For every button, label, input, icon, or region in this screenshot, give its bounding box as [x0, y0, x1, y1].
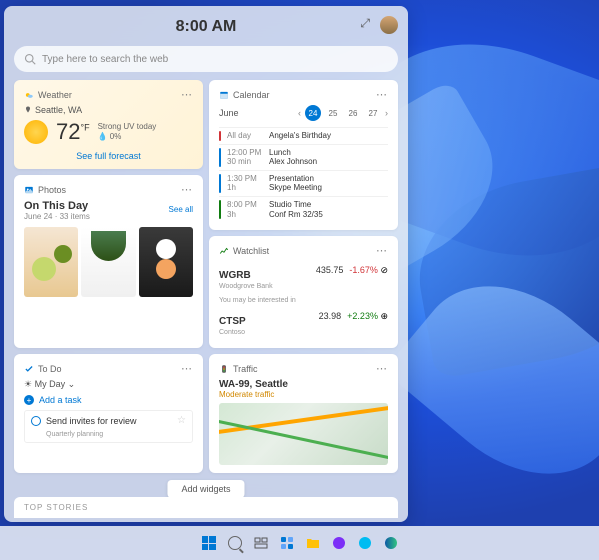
prev-icon[interactable]: ‹ [298, 108, 301, 118]
weather-precip: 💧 0% [98, 132, 157, 142]
photo-thumbnail[interactable] [81, 227, 135, 297]
stock-row[interactable]: CTSP 23.98+2.23% ⊕ Contoso [219, 307, 388, 340]
calendar-event[interactable]: All dayAngela's Birthday [219, 127, 388, 144]
add-task[interactable]: + Add a task [24, 390, 193, 410]
photos-widget[interactable]: Photos ⋯ On This Day June 24 · 33 items … [14, 175, 203, 348]
top-stories-header[interactable]: TOP STORIES [14, 497, 398, 518]
weather-widget[interactable]: Weather ⋯ Seattle, WA 72°F Strong UV tod… [14, 80, 203, 169]
calendar-event[interactable]: 12:00 PM30 minLunchAlex Johnson [219, 144, 388, 170]
task-item[interactable]: Send invites for review ☆ Quarterly plan… [24, 410, 193, 443]
card-title: Traffic [233, 364, 258, 374]
clock-time: 8:00 AM [176, 18, 237, 36]
more-icon[interactable]: ⋯ [376, 244, 388, 257]
calendar-day[interactable]: 26 [345, 105, 361, 121]
explorer-button[interactable] [302, 532, 324, 554]
temperature: 72°F [56, 119, 90, 145]
taskbar [0, 526, 599, 560]
card-title: Weather [38, 90, 72, 100]
card-title: To Do [38, 364, 62, 374]
more-icon[interactable]: ⋯ [181, 88, 193, 101]
forecast-link[interactable]: See full forecast [24, 151, 193, 161]
calendar-day[interactable]: 27 [365, 105, 381, 121]
calendar-widget[interactable]: Calendar ⋯ June ‹ 24 25 26 27 › All dayA… [209, 80, 398, 230]
check-icon [24, 364, 34, 374]
task-view-button[interactable] [250, 532, 272, 554]
app-button[interactable] [328, 532, 350, 554]
more-icon[interactable]: ⋯ [376, 88, 388, 101]
photo-thumbnail[interactable] [24, 227, 78, 297]
traffic-widget[interactable]: Traffic ⋯ WA-99, Seattle Moderate traffi… [209, 354, 398, 473]
widgets-panel: 8:00 AM ⤢ Type here to search the web We… [4, 6, 408, 522]
photos-icon [24, 185, 34, 195]
calendar-event[interactable]: 1:30 PM1hPresentationSkype Meeting [219, 170, 388, 196]
pin-icon [24, 106, 32, 114]
photo-thumbnail[interactable] [139, 227, 193, 297]
widgets-button[interactable] [276, 532, 298, 554]
search-box[interactable]: Type here to search the web [14, 46, 398, 72]
todo-widget[interactable]: To Do ⋯ ☀ My Day ⌄ + Add a task Send inv… [14, 354, 203, 473]
sun-icon [24, 120, 48, 144]
route-name: WA-99, Seattle [219, 379, 388, 390]
calendar-event[interactable]: 8:00 PM3hStudio TimeConf Rm 32/35 [219, 196, 388, 222]
card-title: Photos [38, 185, 66, 195]
traffic-icon [219, 364, 229, 374]
app-button[interactable] [354, 532, 376, 554]
checkbox-icon[interactable] [31, 416, 41, 426]
traffic-status: Moderate traffic [219, 390, 388, 399]
calendar-day[interactable]: 25 [325, 105, 341, 121]
weather-icon [24, 90, 34, 100]
more-icon[interactable]: ⋯ [181, 183, 193, 196]
user-avatar[interactable] [380, 16, 398, 34]
stock-row[interactable]: WGRB 435.75-1.67% ⊘ Woodgrove Bank [219, 261, 388, 294]
search-icon [24, 53, 36, 65]
card-title: Watchlist [233, 246, 269, 256]
see-all-link[interactable]: See all [169, 205, 193, 214]
weather-location: Seattle, WA [24, 105, 193, 115]
calendar-icon [219, 90, 229, 100]
search-placeholder: Type here to search the web [42, 54, 168, 65]
traffic-map[interactable] [219, 403, 388, 465]
watchlist-widget[interactable]: Watchlist ⋯ WGRB 435.75-1.67% ⊘ Woodgrov… [209, 236, 398, 348]
edge-button[interactable] [380, 532, 402, 554]
day-picker[interactable]: ‹ 24 25 26 27 › [298, 105, 388, 121]
expand-icon[interactable]: ⤢ [360, 16, 370, 31]
card-title: Calendar [233, 90, 270, 100]
weather-condition: Strong UV today [98, 122, 157, 132]
watchlist-note: You may be interested in [219, 297, 388, 304]
plus-icon: + [24, 395, 34, 405]
list-name[interactable]: ☀ My Day ⌄ [24, 379, 193, 390]
star-icon[interactable]: ☆ [177, 415, 186, 426]
chart-icon [219, 246, 229, 256]
next-icon[interactable]: › [385, 108, 388, 118]
calendar-day[interactable]: 24 [305, 105, 321, 121]
more-icon[interactable]: ⋯ [376, 362, 388, 375]
start-button[interactable] [198, 532, 220, 554]
add-widgets-button[interactable]: Add widgets [167, 480, 244, 498]
search-button[interactable] [224, 532, 246, 554]
month-label: June [219, 108, 239, 118]
more-icon[interactable]: ⋯ [181, 362, 193, 375]
